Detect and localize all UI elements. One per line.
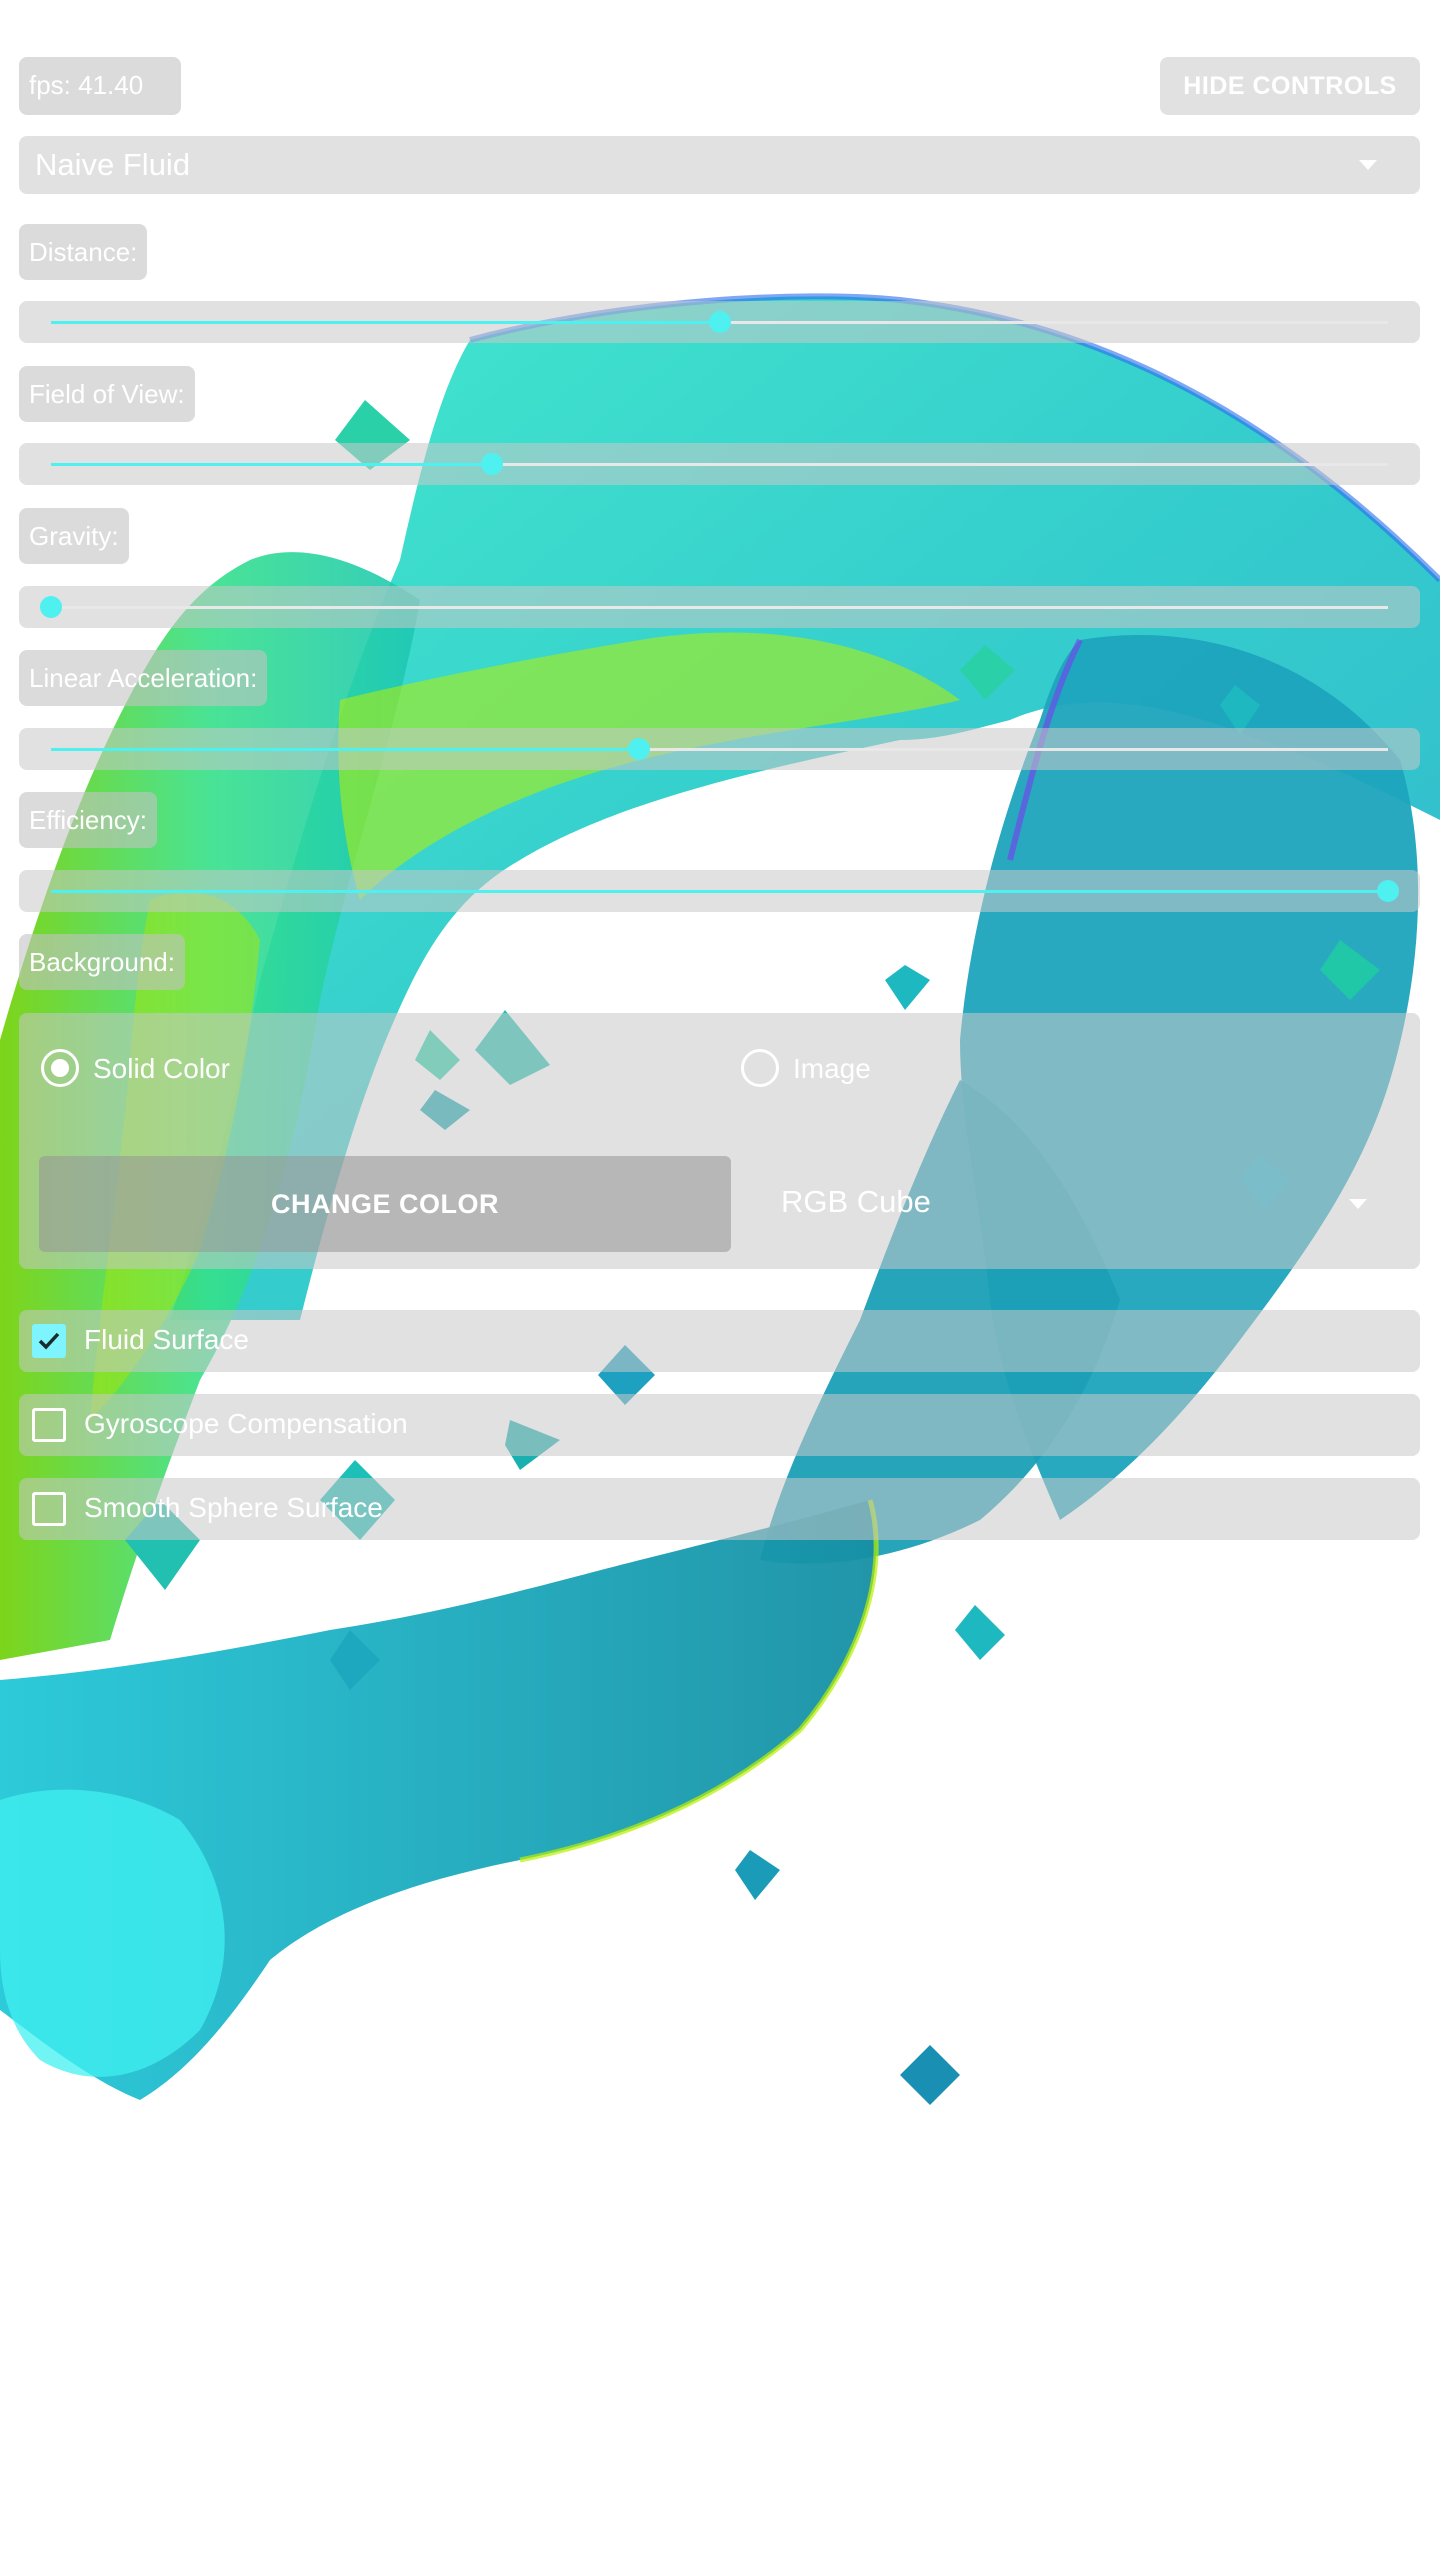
image-radio[interactable]: Image [741, 1047, 1041, 1093]
change-color-label: CHANGE COLOR [271, 1189, 499, 1219]
chevron-down-icon [1359, 160, 1377, 170]
gyroscope-compensation-checkbox[interactable] [32, 1408, 66, 1442]
gyroscope-compensation-checkbox-row[interactable]: Gyroscope Compensation [19, 1394, 1420, 1456]
field-of-view-slider-thumb[interactable] [481, 453, 504, 475]
smooth-sphere-surface-label: Smooth Sphere Surface [84, 1492, 383, 1523]
color-scheme-select[interactable]: RGB Cube [759, 1156, 1399, 1252]
efficiency-slider-fill [51, 890, 1388, 893]
solid-color-label: Solid Color [93, 1053, 230, 1084]
fluid-render-view [0, 293, 1440, 2105]
fps-label: fps: 41.40 [19, 57, 181, 115]
gravity-label: Gravity: [19, 508, 129, 564]
linear-acceleration-slider[interactable] [19, 728, 1420, 770]
distance-slider-thumb[interactable] [708, 311, 731, 333]
distance-slider[interactable] [19, 301, 1420, 343]
fluid-surface-checkbox-row[interactable]: Fluid Surface [19, 1310, 1420, 1372]
background-options-panel: Solid Color Image CHANGE COLOR RGB Cube [19, 1013, 1420, 1269]
chevron-down-icon [1349, 1199, 1367, 1209]
image-label: Image [793, 1053, 871, 1084]
linear-acceleration-slider-thumb[interactable] [628, 738, 651, 760]
distance-slider-fill [51, 321, 720, 324]
gravity-slider-track [40, 596, 1388, 618]
efficiency-label: Efficiency: [19, 792, 158, 848]
gyroscope-compensation-label: Gyroscope Compensation [84, 1408, 408, 1439]
simulation-select-value: Naive Fluid [35, 147, 191, 182]
change-color-button[interactable]: CHANGE COLOR [39, 1156, 731, 1252]
radio-selected-dot [51, 1059, 69, 1077]
background-label: Background: [19, 934, 185, 990]
linear-acceleration-slider-track [51, 738, 1388, 760]
smooth-sphere-surface-checkbox[interactable] [32, 1492, 66, 1526]
efficiency-slider[interactable] [19, 870, 1420, 912]
distance-slider-track [51, 311, 1388, 333]
efficiency-slider-thumb[interactable] [1377, 880, 1399, 902]
field-of-view-slider[interactable] [19, 443, 1420, 485]
fluid-surface-checkbox[interactable] [32, 1324, 66, 1358]
field-of-view-slider-fill [51, 463, 493, 466]
efficiency-slider-track [51, 880, 1399, 902]
field-of-view-label: Field of View: [19, 366, 195, 422]
solid-color-radio-button[interactable] [41, 1049, 79, 1087]
hide-controls-button[interactable]: HIDE CONTROLS [1160, 57, 1420, 115]
field-of-view-slider-track [51, 453, 1388, 475]
distance-label: Distance: [19, 224, 148, 280]
hide-controls-label: HIDE CONTROLS [1183, 72, 1397, 100]
gravity-slider[interactable] [19, 586, 1420, 628]
linear-acceleration-label: Linear Acceleration: [19, 650, 268, 706]
smooth-sphere-surface-checkbox-row[interactable]: Smooth Sphere Surface [19, 1478, 1420, 1540]
gravity-slider-thumb[interactable] [40, 596, 62, 618]
color-scheme-value: RGB Cube [781, 1184, 931, 1219]
fluid-surface-label: Fluid Surface [84, 1324, 249, 1355]
image-radio-button[interactable] [741, 1049, 779, 1087]
simulation-select[interactable]: Naive Fluid [19, 136, 1420, 194]
solid-color-radio[interactable]: Solid Color [41, 1047, 341, 1093]
checkmark-icon [38, 1332, 60, 1350]
linear-acceleration-slider-fill [51, 748, 640, 751]
